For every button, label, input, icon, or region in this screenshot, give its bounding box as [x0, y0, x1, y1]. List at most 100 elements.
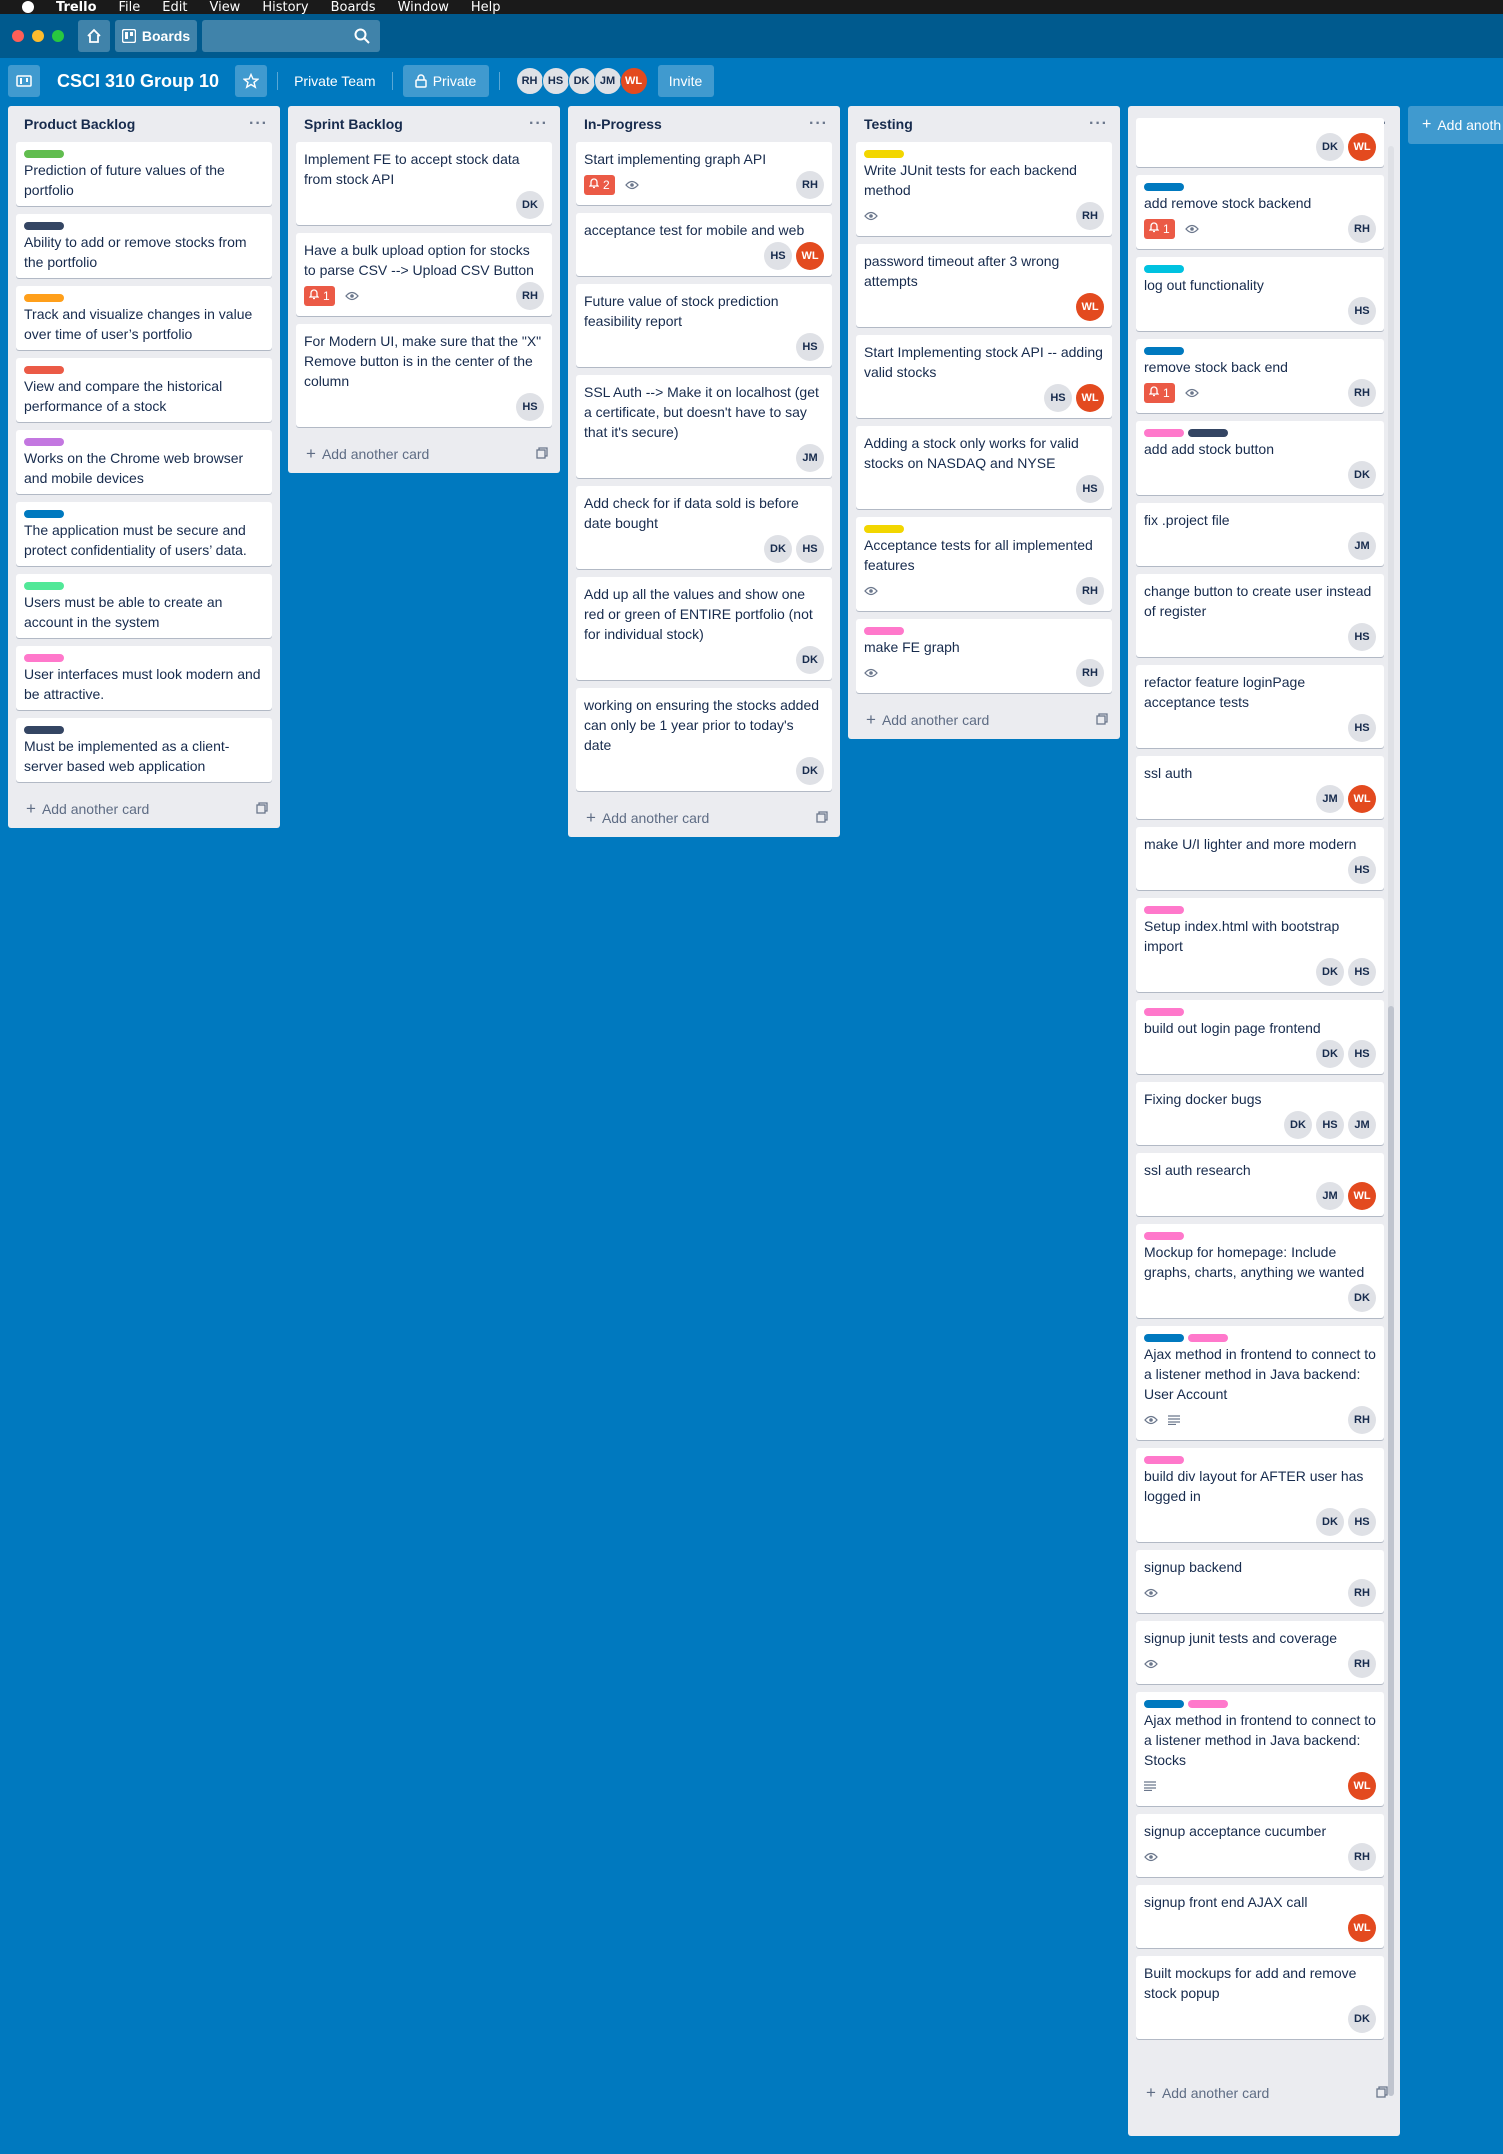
card-template-icon[interactable]: [1376, 2085, 1388, 2101]
invite-button[interactable]: Invite: [657, 65, 714, 97]
avatar[interactable]: HS: [1348, 1508, 1376, 1536]
label-blue[interactable]: [1144, 183, 1184, 191]
card-template-icon[interactable]: [256, 801, 268, 817]
label-red[interactable]: [24, 366, 64, 374]
avatar[interactable]: RH: [1348, 1843, 1376, 1871]
card[interactable]: build out login page frontend DK HS: [1136, 1000, 1384, 1074]
team-button[interactable]: Private Team: [288, 65, 381, 97]
card[interactable]: Write JUnit tests for each backend metho…: [856, 142, 1112, 236]
board-menu-button[interactable]: [8, 65, 40, 97]
label-blue[interactable]: [24, 510, 64, 518]
avatar[interactable]: DK: [1316, 1040, 1344, 1068]
card-template-icon[interactable]: [536, 446, 548, 462]
avatar[interactable]: HS: [1076, 475, 1104, 503]
card[interactable]: Ajax method in frontend to connect to a …: [1136, 1326, 1384, 1440]
add-card-button[interactable]: + Add another card: [8, 790, 280, 828]
avatar[interactable]: JM: [1316, 785, 1344, 813]
card[interactable]: Prediction of future values of the portf…: [16, 142, 272, 206]
avatar[interactable]: DK: [1316, 133, 1344, 161]
add-card-button[interactable]: + Add another card: [288, 435, 560, 473]
card[interactable]: make FE graph RH: [856, 619, 1112, 693]
card[interactable]: refactor feature loginPage acceptance te…: [1136, 665, 1384, 748]
avatar[interactable]: DK: [1316, 958, 1344, 986]
label-pink[interactable]: [1144, 906, 1184, 914]
card[interactable]: add remove stock backend 1 RH: [1136, 175, 1384, 249]
label-pink[interactable]: [1144, 429, 1184, 437]
label-green[interactable]: [24, 150, 64, 158]
avatar[interactable]: HS: [764, 242, 792, 270]
avatar[interactable]: HS: [1348, 623, 1376, 651]
avatar[interactable]: WL: [1076, 293, 1104, 321]
card[interactable]: build div layout for AFTER user has logg…: [1136, 1448, 1384, 1542]
list-title[interactable]: Testing: [864, 116, 913, 132]
card[interactable]: signup acceptance cucumber RH: [1136, 1814, 1384, 1877]
avatar[interactable]: RH: [516, 282, 544, 310]
close-window-button[interactable]: [12, 30, 24, 42]
card[interactable]: Must be implemented as a client-server b…: [16, 718, 272, 782]
avatar[interactable]: RH: [1348, 1406, 1376, 1434]
avatar[interactable]: HS: [1348, 1040, 1376, 1068]
card[interactable]: Built mockups for add and remove stock p…: [1136, 1956, 1384, 2039]
avatar[interactable]: RH: [1076, 202, 1104, 230]
avatar[interactable]: HS: [1348, 958, 1376, 986]
label-pink[interactable]: [24, 654, 64, 662]
card[interactable]: User interfaces must look modern and be …: [16, 646, 272, 710]
label-pink[interactable]: [1144, 1232, 1184, 1240]
minimize-window-button[interactable]: [32, 30, 44, 42]
card[interactable]: working on ensuring the stocks added can…: [576, 688, 832, 791]
card[interactable]: Ajax method in frontend to connect to a …: [1136, 1692, 1384, 1806]
label-sky[interactable]: [1144, 265, 1184, 273]
add-card-button[interactable]: + Add another card: [848, 701, 1120, 739]
avatar[interactable]: HS: [541, 67, 570, 95]
avatar[interactable]: HS: [516, 393, 544, 421]
menu-edit[interactable]: Edit: [162, 0, 187, 15]
search-input[interactable]: [202, 20, 380, 52]
board-title[interactable]: CSCI 310 Group 10: [57, 71, 219, 92]
avatar[interactable]: WL: [1348, 785, 1376, 813]
avatar[interactable]: DK: [1316, 1508, 1344, 1536]
label-yellow[interactable]: [864, 525, 904, 533]
label-yellow[interactable]: [864, 150, 904, 158]
menu-help[interactable]: Help: [471, 0, 501, 15]
avatar[interactable]: DK: [1348, 1284, 1376, 1312]
label-lime[interactable]: [24, 582, 64, 590]
avatar[interactable]: WL: [796, 242, 824, 270]
list-title[interactable]: In-Progress: [584, 116, 662, 132]
add-card-button[interactable]: + Add another card: [568, 799, 840, 837]
visibility-button[interactable]: Private: [402, 65, 489, 97]
avatar[interactable]: HS: [796, 333, 824, 361]
label-blue[interactable]: [1144, 347, 1184, 355]
card[interactable]: make U/I lighter and more modern HS: [1136, 827, 1384, 890]
avatar[interactable]: JM: [1316, 1182, 1344, 1210]
card[interactable]: The application must be secure and prote…: [16, 502, 272, 566]
list-title[interactable]: Product Backlog: [24, 116, 135, 132]
card[interactable]: log out functionality HS: [1136, 257, 1384, 331]
label-blue[interactable]: [1144, 1334, 1184, 1342]
avatar[interactable]: JM: [1348, 1111, 1376, 1139]
avatar[interactable]: JM: [1348, 532, 1376, 560]
list-title[interactable]: Sprint Backlog: [304, 116, 403, 132]
card[interactable]: Fixing docker bugs DK HS JM: [1136, 1082, 1384, 1145]
more-icon[interactable]: ···: [529, 116, 548, 132]
card[interactable]: Start implementing graph API 2 RH: [576, 142, 832, 205]
more-icon[interactable]: ···: [249, 116, 268, 132]
avatar[interactable]: DK: [1284, 1111, 1312, 1139]
menu-app-name[interactable]: Trello: [56, 0, 97, 15]
card[interactable]: Setup index.html with bootstrap import DK…: [1136, 898, 1384, 992]
avatar[interactable]: HS: [1348, 856, 1376, 884]
card[interactable]: ssl auth research JM WL: [1136, 1153, 1384, 1216]
avatar[interactable]: JM: [796, 444, 824, 472]
card[interactable]: signup junit tests and coverage RH: [1136, 1621, 1384, 1684]
label-pink[interactable]: [1188, 1700, 1228, 1708]
avatar[interactable]: RH: [796, 171, 824, 199]
label-pink[interactable]: [864, 627, 904, 635]
card[interactable]: For Modern UI, make sure that the "X" Re…: [296, 324, 552, 427]
add-list-button[interactable]: + Add anoth: [1408, 106, 1503, 144]
card[interactable]: ssl auth JM WL: [1136, 756, 1384, 819]
card[interactable]: Have a bulk upload option for stocks to …: [296, 233, 552, 316]
label-navy[interactable]: [1188, 429, 1228, 437]
avatar[interactable]: HS: [1044, 384, 1072, 412]
label-orange[interactable]: [24, 294, 64, 302]
card[interactable]: remove stock back end 1 RH: [1136, 339, 1384, 413]
card[interactable]: Implement FE to accept stock data from s…: [296, 142, 552, 225]
